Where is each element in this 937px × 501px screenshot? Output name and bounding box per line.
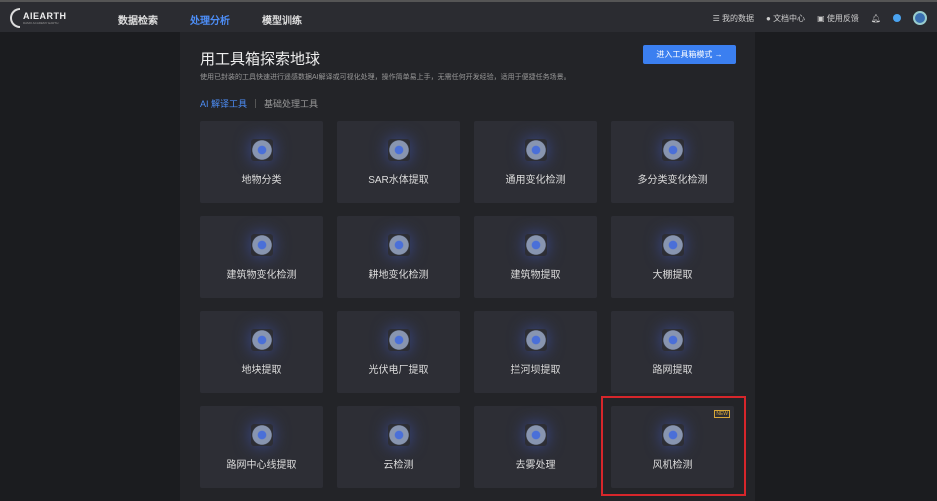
change-detection-icon bbox=[524, 138, 547, 161]
tool-label: 地块提取 bbox=[241, 364, 282, 376]
tool-label: 通用变化检测 bbox=[505, 174, 566, 186]
page-title: 用工具箱探索地球 bbox=[200, 51, 321, 68]
dam-icon bbox=[524, 328, 547, 351]
tool-label: 云检测 bbox=[383, 459, 414, 471]
tool-card[interactable]: SAR水体提取 bbox=[337, 121, 460, 203]
tool-card[interactable]: 建筑物变化检测 bbox=[200, 216, 323, 298]
tab-ai-tools[interactable]: AI 解译工具 bbox=[200, 97, 247, 110]
nav-analysis[interactable]: 处理分析 bbox=[190, 12, 230, 27]
road-network-icon bbox=[661, 328, 684, 351]
nav-data-search[interactable]: 数据检索 bbox=[118, 12, 158, 27]
docs-link[interactable]: ● 文档中心 bbox=[766, 13, 805, 24]
multiclass-change-icon bbox=[661, 138, 684, 161]
tool-label: 拦河坝提取 bbox=[510, 364, 561, 376]
tool-card[interactable]: 路网中心线提取 bbox=[200, 406, 323, 488]
enter-toolbox-button[interactable]: 进入工具箱模式 → bbox=[643, 45, 736, 64]
farmland-change-icon bbox=[387, 233, 410, 256]
page-description: 使用已封装的工具快速进行遥感数据AI解译或可视化处理，操作简单易上手，无需任何开… bbox=[200, 74, 571, 81]
tool-card[interactable]: 光伏电厂提取 bbox=[337, 311, 460, 393]
logo[interactable]: AIEARTH DAMO ACADEMY EARTH bbox=[10, 8, 67, 28]
tool-card[interactable]: 大棚提取 bbox=[611, 216, 734, 298]
tool-label: 建筑物变化检测 bbox=[226, 269, 297, 281]
new-badge: NEW bbox=[714, 410, 730, 418]
tool-card[interactable]: 云检测 bbox=[337, 406, 460, 488]
land-classification-icon bbox=[250, 138, 273, 161]
solar-plant-icon bbox=[387, 328, 410, 351]
tool-label: 建筑物提取 bbox=[510, 269, 561, 281]
tool-label: 耕地变化检测 bbox=[368, 269, 429, 281]
avatar[interactable] bbox=[913, 11, 927, 25]
tool-label: 光伏电厂提取 bbox=[368, 364, 429, 376]
sar-water-icon bbox=[387, 138, 410, 161]
divider bbox=[255, 99, 257, 108]
parcel-icon bbox=[250, 328, 273, 351]
tool-card[interactable]: 通用变化检测 bbox=[474, 121, 597, 203]
building-change-icon bbox=[250, 233, 273, 256]
greenhouse-icon bbox=[661, 233, 684, 256]
toolbox-panel: 用工具箱探索地球 使用已封装的工具快速进行遥感数据AI解译或可视化处理，操作简单… bbox=[180, 32, 755, 501]
cloud-icon bbox=[387, 423, 410, 446]
tool-label: 多分类变化检测 bbox=[637, 174, 708, 186]
tool-label: 风机检测 bbox=[652, 459, 693, 471]
tool-label: 地物分类 bbox=[241, 174, 282, 186]
my-data-link[interactable]: ☰ 我的数据 bbox=[713, 13, 754, 24]
tab-basic-tools[interactable]: 基础处理工具 bbox=[264, 97, 318, 110]
bell-icon[interactable]: 🔔︎ bbox=[871, 14, 881, 23]
tool-card[interactable]: 建筑物提取 bbox=[474, 216, 597, 298]
tool-label: 大棚提取 bbox=[652, 269, 693, 281]
tool-card[interactable]: 地块提取 bbox=[200, 311, 323, 393]
feedback-link[interactable]: ▣ 使用反馈 bbox=[817, 13, 859, 24]
tool-card[interactable]: 风机检测 NEW bbox=[611, 406, 734, 488]
tool-label: SAR水体提取 bbox=[368, 174, 429, 186]
tool-card[interactable]: 地物分类 bbox=[200, 121, 323, 203]
tool-grid: 地物分类 SAR水体提取 通用变化检测 多分类变化检测建筑物变化检测 耕地变化检测 建筑物… bbox=[200, 121, 734, 488]
tool-card[interactable]: 多分类变化检测 bbox=[611, 121, 734, 203]
tool-card[interactable]: 拦河坝提取 bbox=[474, 311, 597, 393]
tool-card[interactable]: 路网提取 bbox=[611, 311, 734, 393]
dehaze-icon bbox=[524, 423, 547, 446]
tool-card[interactable]: 去雾处理 bbox=[474, 406, 597, 488]
globe-icon[interactable] bbox=[893, 14, 901, 22]
nav-model-training[interactable]: 模型训练 bbox=[262, 12, 302, 27]
tool-label: 去雾处理 bbox=[515, 459, 556, 471]
wind-turbine-icon bbox=[661, 423, 684, 446]
tool-card[interactable]: 耕地变化检测 bbox=[337, 216, 460, 298]
tool-label: 路网提取 bbox=[652, 364, 693, 376]
top-nav: AIEARTH DAMO ACADEMY EARTH 数据检索 处理分析 模型训练… bbox=[0, 0, 937, 32]
tool-label: 路网中心线提取 bbox=[226, 459, 297, 471]
road-centerline-icon bbox=[250, 423, 273, 446]
building-extract-icon bbox=[524, 233, 547, 256]
